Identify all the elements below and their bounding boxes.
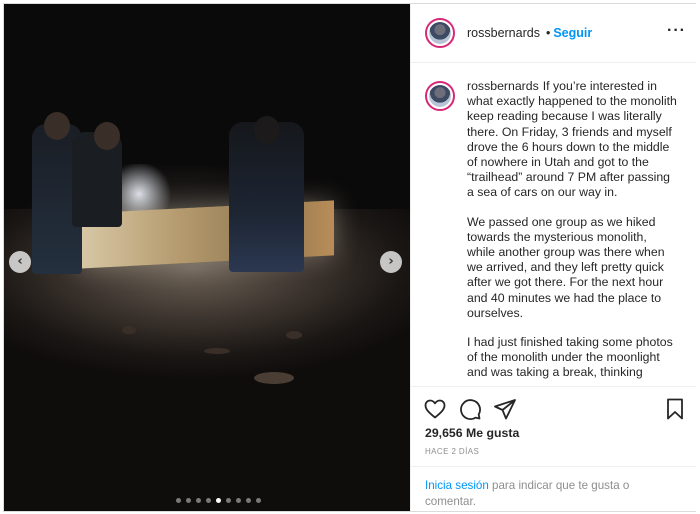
post-photo[interactable]: ‹ ›: [4, 4, 410, 511]
caption-paragraph: We passed one group as we hiked towards …: [467, 214, 665, 320]
carousel-dot: [216, 498, 221, 503]
avatar-image: [429, 85, 451, 107]
avatar[interactable]: [425, 81, 455, 111]
caption-paragraph-text: If you’re interested in what exactly hap…: [467, 79, 677, 200]
post-sidebar: rossbernards • Seguir ··· rossbernards If…: [410, 4, 696, 511]
caption-username-link[interactable]: rossbernards: [467, 79, 539, 93]
more-options-icon[interactable]: ···: [667, 22, 686, 40]
comment-icon[interactable]: [458, 397, 482, 421]
caption-paragraph: rossbernards If you’re interested in what…: [467, 79, 677, 201]
carousel-dot: [206, 498, 211, 503]
carousel-dot: [226, 498, 231, 503]
post-header: rossbernards • Seguir ···: [411, 4, 696, 63]
carousel-prev-button[interactable]: ‹: [9, 251, 31, 273]
photo-rock: [286, 331, 302, 339]
avatar[interactable]: [425, 18, 455, 48]
photo-person-head: [44, 112, 70, 140]
login-link[interactable]: Inicia sesión: [425, 479, 489, 492]
carousel-dot: [176, 498, 181, 503]
caption: rossbernards If you’re interested in what…: [411, 63, 696, 386]
carousel-dot: [196, 498, 201, 503]
bookmark-icon[interactable]: [663, 397, 687, 421]
comments-section[interactable]: rossbernards If you’re interested in what…: [411, 63, 696, 386]
photo-person: [229, 122, 304, 272]
photo-rock: [204, 348, 230, 354]
heart-icon[interactable]: [423, 397, 447, 421]
follow-button[interactable]: Seguir: [553, 26, 592, 40]
post-time[interactable]: HACE 2 DÍAS: [425, 447, 479, 456]
photo-rock: [254, 372, 294, 384]
likes-count[interactable]: 29,656 Me gusta: [425, 426, 519, 440]
carousel-dots: [176, 498, 261, 503]
carousel-next-button[interactable]: ›: [380, 251, 402, 273]
avatar-image: [429, 22, 451, 44]
login-prompt: Inicia sesión para indicar que te gusta …: [411, 466, 696, 511]
carousel-dot: [236, 498, 241, 503]
caption-paragraph: I had just finished taking some photos o…: [467, 335, 673, 380]
carousel-dot: [256, 498, 261, 503]
username-link[interactable]: rossbernards: [467, 26, 540, 40]
carousel-dot: [246, 498, 251, 503]
caption-text: rossbernards If you’re interested in what…: [467, 79, 677, 386]
separator-dot: •: [545, 26, 551, 40]
carousel-dot: [186, 498, 191, 503]
photo-person-head: [254, 116, 280, 144]
photo-person-head: [94, 122, 120, 150]
share-icon[interactable]: [493, 397, 517, 421]
photo-rock: [122, 326, 136, 334]
